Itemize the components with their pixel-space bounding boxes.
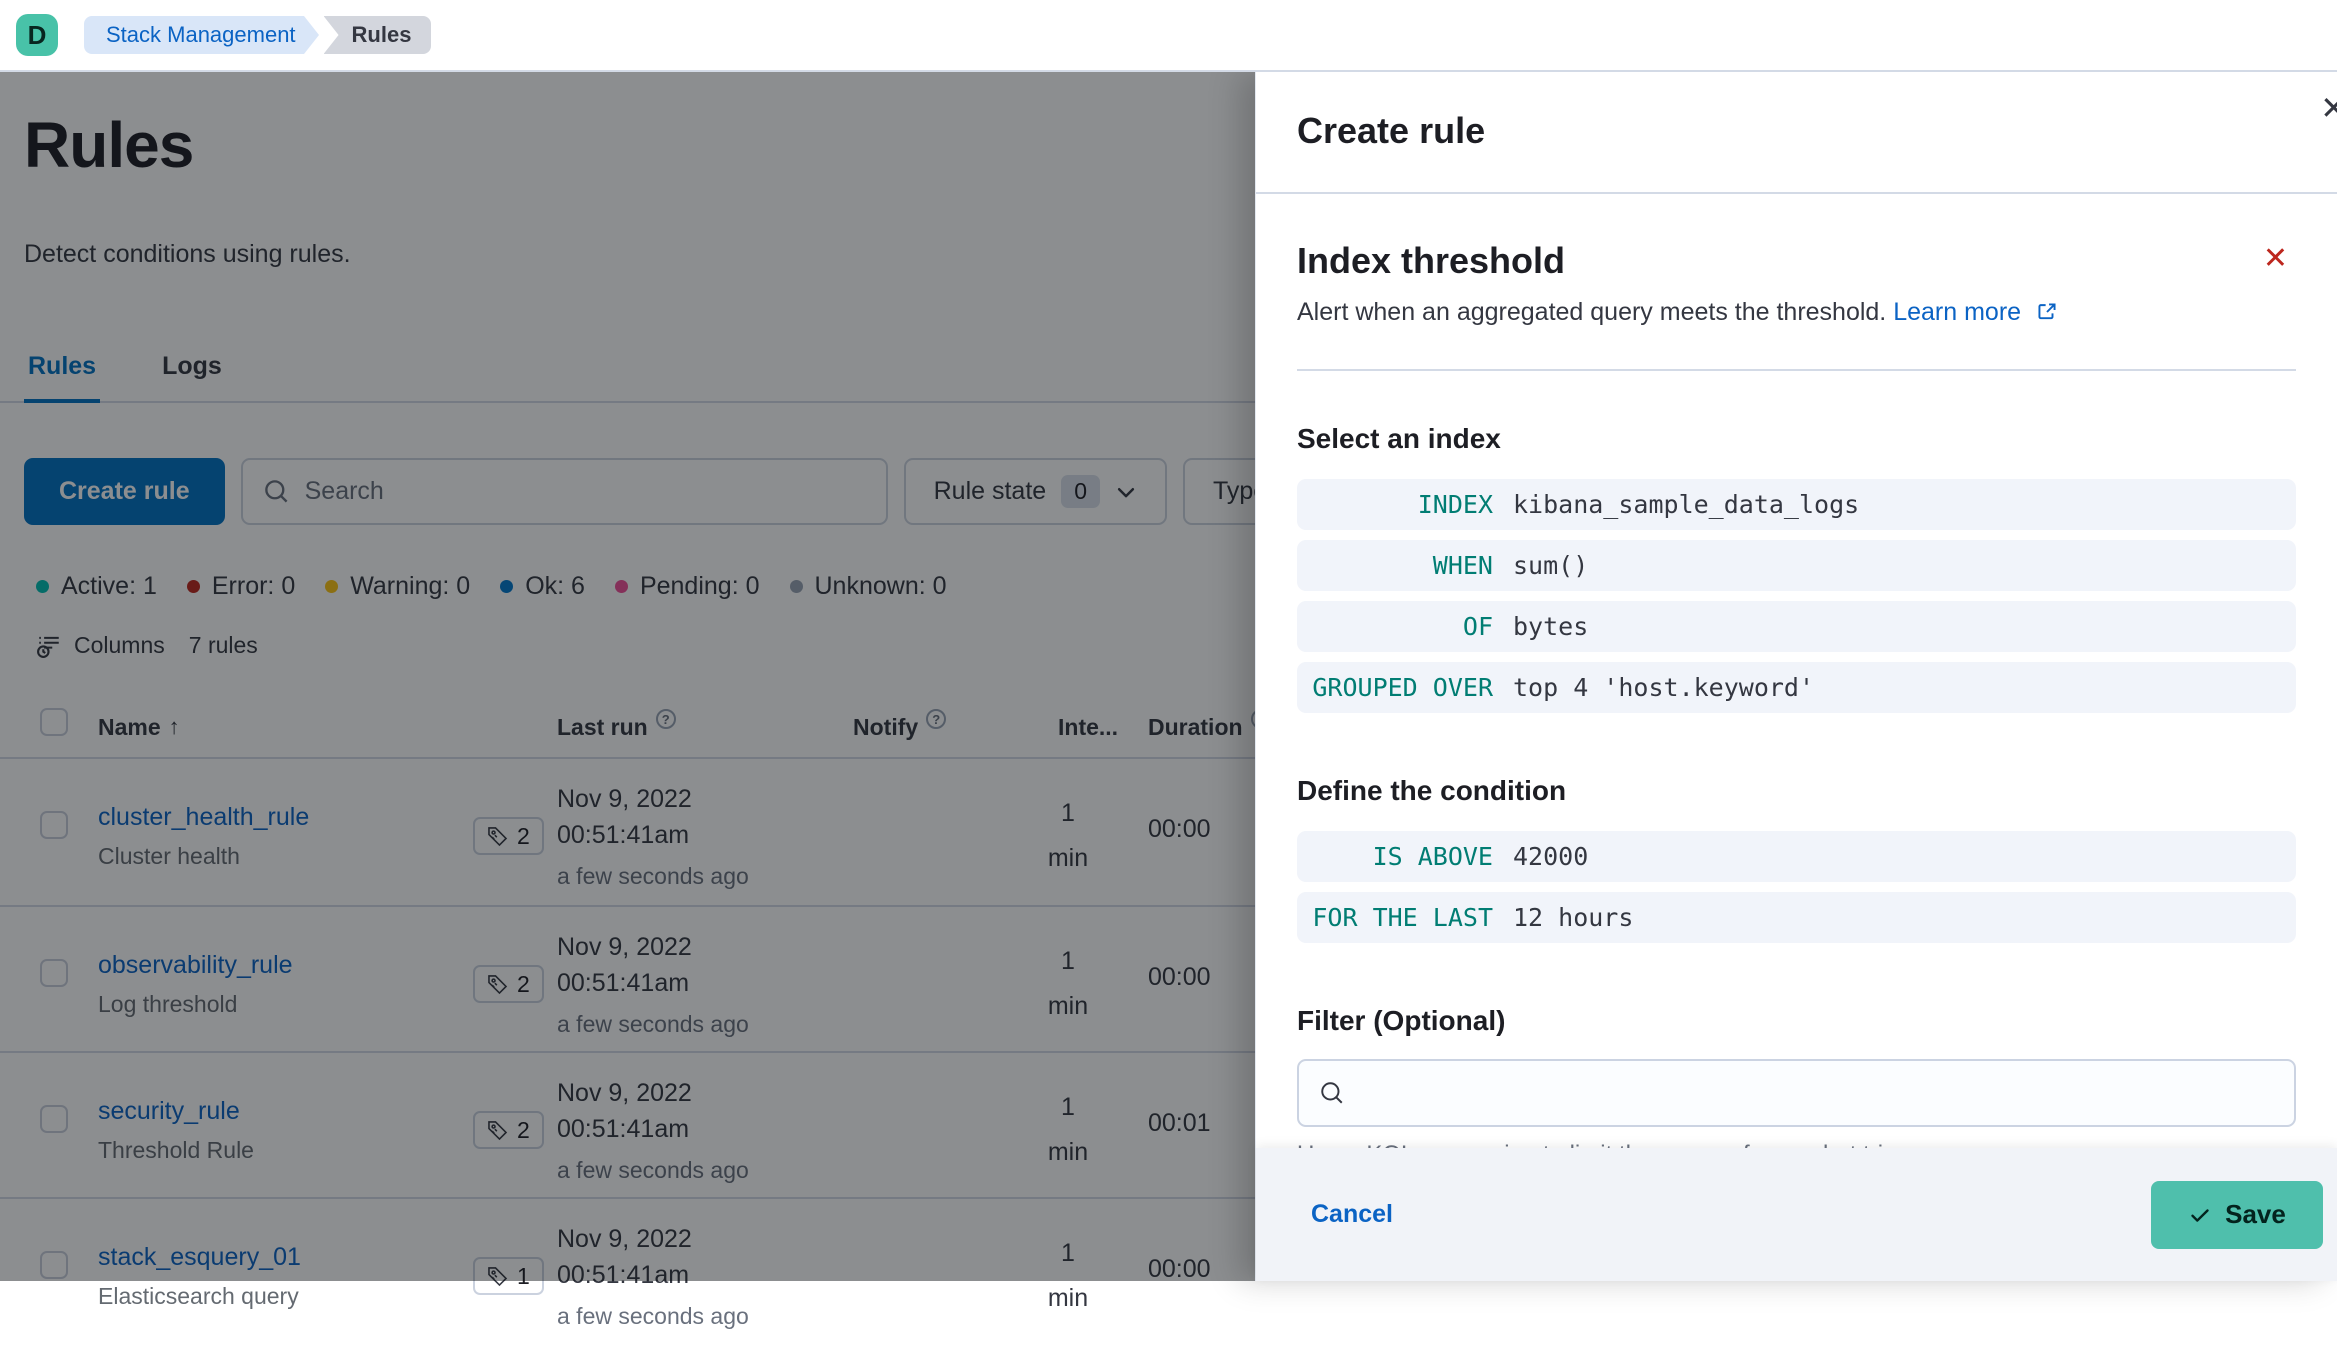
rule-type-description: Alert when an aggregated query meets the… — [1297, 298, 2296, 327]
last-run-relative: a few seconds ago — [557, 1303, 749, 1329]
flyout-title: Create rule — [1297, 110, 1486, 151]
breadcrumb-stack-management[interactable]: Stack Management — [84, 16, 319, 54]
close-icon[interactable]: ✕ — [2320, 92, 2337, 124]
flyout-footer: Cancel Save — [1256, 1148, 2337, 1281]
divider — [1297, 369, 2296, 371]
rule-type-header: Index threshold ✕ — [1297, 240, 2296, 282]
kibana-header: D Stack Management Rules — [0, 0, 2337, 72]
breadcrumb-rules: Rules — [323, 16, 432, 54]
breadcrumb: Stack Management Rules — [84, 16, 432, 54]
remove-rule-type-icon[interactable]: ✕ — [2263, 244, 2288, 274]
filter-heading: Filter (Optional) — [1297, 1005, 1506, 1036]
filter-help-text: Use a KQL expression to limit the scope … — [1297, 1141, 2296, 1148]
rule-type-label: Elasticsearch query — [98, 1283, 299, 1309]
kql-filter-box[interactable] — [1297, 1059, 2296, 1127]
create-rule-flyout: Create rule ✕ Index threshold ✕ Alert wh… — [1255, 72, 2337, 1281]
flyout-body: Index threshold ✕ Alert when an aggregat… — [1256, 196, 2337, 1148]
grouped-over-expression[interactable]: GROUPED OVER top 4 'host.keyword' — [1297, 662, 2296, 713]
index-expression[interactable]: INDEX kibana_sample_data_logs — [1297, 479, 2296, 530]
time-window-expression[interactable]: FOR THE LAST 12 hours — [1297, 892, 2296, 943]
select-index-heading: Select an index — [1297, 423, 1501, 454]
save-button[interactable]: Save — [2151, 1180, 2323, 1249]
threshold-expression[interactable]: IS ABOVE 42000 — [1297, 831, 2296, 882]
user-avatar[interactable]: D — [16, 14, 58, 56]
cancel-button[interactable]: Cancel — [1311, 1200, 1393, 1229]
rule-type-title: Index threshold — [1297, 240, 1566, 281]
condition-heading: Define the condition — [1297, 775, 1567, 806]
external-link-icon — [2036, 298, 2058, 327]
when-expression[interactable]: WHEN sum() — [1297, 540, 2296, 591]
of-expression[interactable]: OF bytes — [1297, 601, 2296, 652]
search-icon — [1319, 1080, 1345, 1106]
condition-expression-group: IS ABOVE 42000 FOR THE LAST 12 hours — [1297, 831, 2296, 943]
kql-filter-input[interactable] — [1361, 1078, 2274, 1108]
flyout-header: Create rule ✕ — [1256, 72, 2337, 194]
learn-more-link[interactable]: Learn more — [1893, 298, 2021, 326]
index-expression-group: INDEX kibana_sample_data_logs WHEN sum()… — [1297, 479, 2296, 713]
check-icon — [2188, 1203, 2212, 1227]
